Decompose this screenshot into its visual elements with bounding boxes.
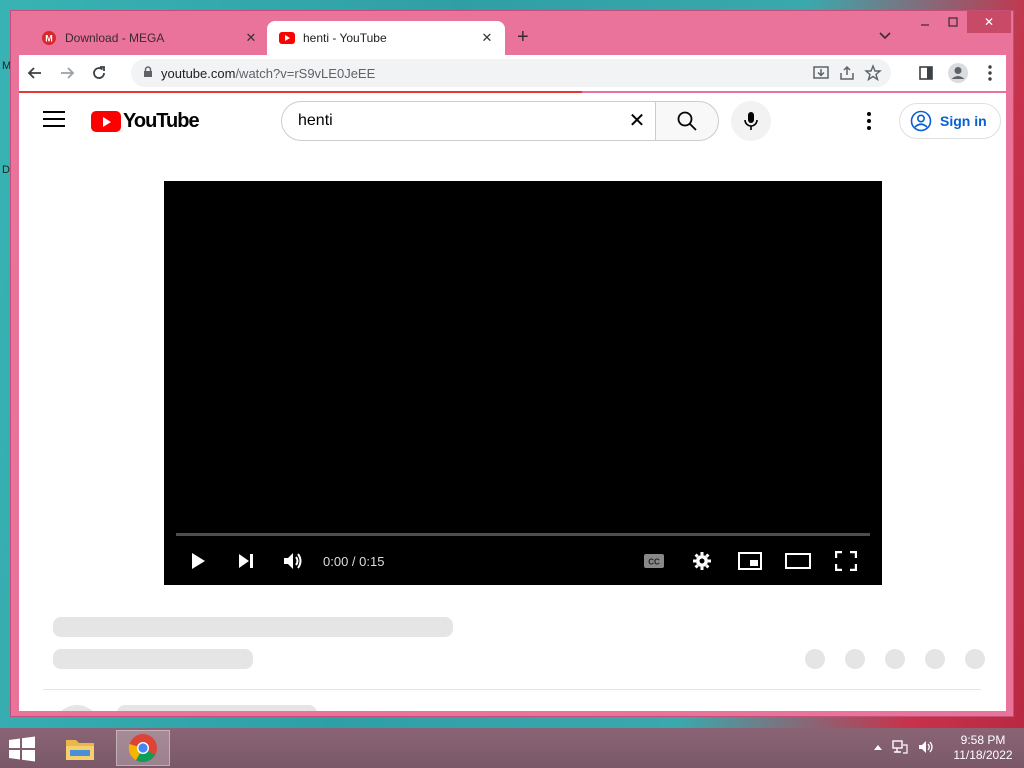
file-explorer-taskbar-button[interactable] [58,730,102,766]
sign-in-label: Sign in [940,113,987,129]
video-player[interactable]: 0:00 / 0:15 CC [164,181,882,585]
share-icon[interactable] [837,63,857,86]
skip-next-icon [239,554,253,568]
forward-button[interactable] [51,59,83,87]
youtube-icon [279,30,295,46]
mega-icon: M [41,30,57,46]
search-button[interactable] [655,101,719,141]
miniplayer-icon [738,552,762,570]
mute-button[interactable] [277,547,309,575]
svg-text:CC: CC [648,558,660,567]
back-button[interactable] [19,59,51,87]
action-placeholder [965,649,985,669]
search-query: henti [298,112,333,129]
youtube-header: YouTube henti ✕ Sign in [19,93,1006,149]
hamburger-menu-icon[interactable] [43,111,65,129]
settings-button[interactable] [686,547,718,575]
channel-name-placeholder [117,705,317,711]
sign-in-button[interactable]: Sign in [899,103,1001,139]
close-tab-icon[interactable]: ✕ [479,30,495,46]
reload-button[interactable] [83,59,115,87]
volume-tray-icon[interactable] [918,740,934,754]
logo-text: YouTube [123,110,200,132]
chrome-menu-icon[interactable] [974,59,1006,87]
minimize-button[interactable] [911,11,939,33]
channel-avatar-placeholder [53,705,101,711]
bookmark-star-icon[interactable] [863,63,883,86]
address-bar[interactable]: youtube.com/watch?v=rS9vLE0JeEE [131,59,891,87]
clock-date: 11/18/2022 [953,748,1013,762]
gear-icon [693,552,711,570]
action-placeholder [885,649,905,669]
miniplayer-button[interactable] [734,547,766,575]
progress-bar[interactable] [176,533,870,536]
show-hidden-icons-icon[interactable] [874,744,882,750]
search-icon [677,111,697,131]
subtitles-button[interactable]: CC [638,547,670,575]
youtube-page: YouTube henti ✕ Sign in 0:00 / 0:15 CC [19,93,1006,711]
tab-title: henti - YouTube [303,31,387,45]
title-placeholder [53,617,453,637]
next-button[interactable] [230,547,262,575]
tab-youtube[interactable]: henti - YouTube ✕ [267,21,505,55]
chrome-icon [128,734,157,762]
tab-mega[interactable]: M Download - MEGA ✕ [29,21,269,55]
chrome-taskbar-button[interactable] [116,730,170,766]
tab-title: Download - MEGA [65,31,165,45]
action-placeholder [805,649,825,669]
theater-mode-icon [785,553,811,569]
browser-toolbar: youtube.com/watch?v=rS9vLE0JeEE [19,55,1006,91]
side-panel-icon[interactable] [910,59,942,87]
fullscreen-button[interactable] [830,547,862,575]
url-path: /watch?v=rS9vLE0JeEE [235,65,376,81]
settings-menu-icon[interactable] [857,109,881,133]
player-controls: 0:00 / 0:15 CC [164,541,882,581]
meta-placeholder [53,649,253,669]
time-display: 0:00 / 0:15 [323,554,385,569]
tab-search-icon[interactable] [879,27,891,45]
play-icon [192,553,205,569]
tab-strip: M Download - MEGA ✕ henti - YouTube ✕ + … [11,11,1013,55]
fullscreen-icon [835,551,857,571]
close-tab-icon[interactable]: ✕ [243,30,259,46]
play-button[interactable] [182,547,214,575]
account-icon [910,110,932,132]
theater-mode-button[interactable] [782,547,814,575]
volume-icon [284,553,302,569]
close-window-button[interactable]: ✕ [967,11,1011,33]
folder-icon [66,740,94,760]
closed-captions-icon: CC [644,554,664,568]
microphone-icon [744,112,758,130]
browser-window: M Download - MEGA ✕ henti - YouTube ✕ + … [10,10,1014,717]
clock-time: 9:58 PM [960,733,1006,747]
network-icon[interactable] [892,740,908,754]
section-divider [43,689,981,690]
svg-text:M: M [45,34,53,44]
voice-search-button[interactable] [731,101,771,141]
install-app-icon[interactable] [811,63,831,86]
search-input[interactable]: henti ✕ [281,101,655,141]
maximize-button[interactable] [939,11,967,33]
lock-icon [143,65,153,81]
action-placeholder [925,649,945,669]
youtube-play-icon [91,111,121,132]
desktop-icon-label-d[interactable]: D [2,164,10,176]
clear-search-icon[interactable]: ✕ [627,111,647,131]
youtube-logo[interactable]: YouTube [91,110,200,133]
taskbar-clock[interactable]: 9:58 PM 11/18/2022 [948,733,1018,763]
taskbar: 9:58 PM 11/18/2022 [0,728,1024,768]
start-button[interactable] [8,736,38,762]
action-placeholder [845,649,865,669]
profile-avatar-icon[interactable] [942,59,974,87]
url-host: youtube.com [161,65,236,81]
new-tab-button[interactable]: + [517,25,529,49]
system-tray [874,740,934,754]
windows-logo-icon [9,736,35,762]
